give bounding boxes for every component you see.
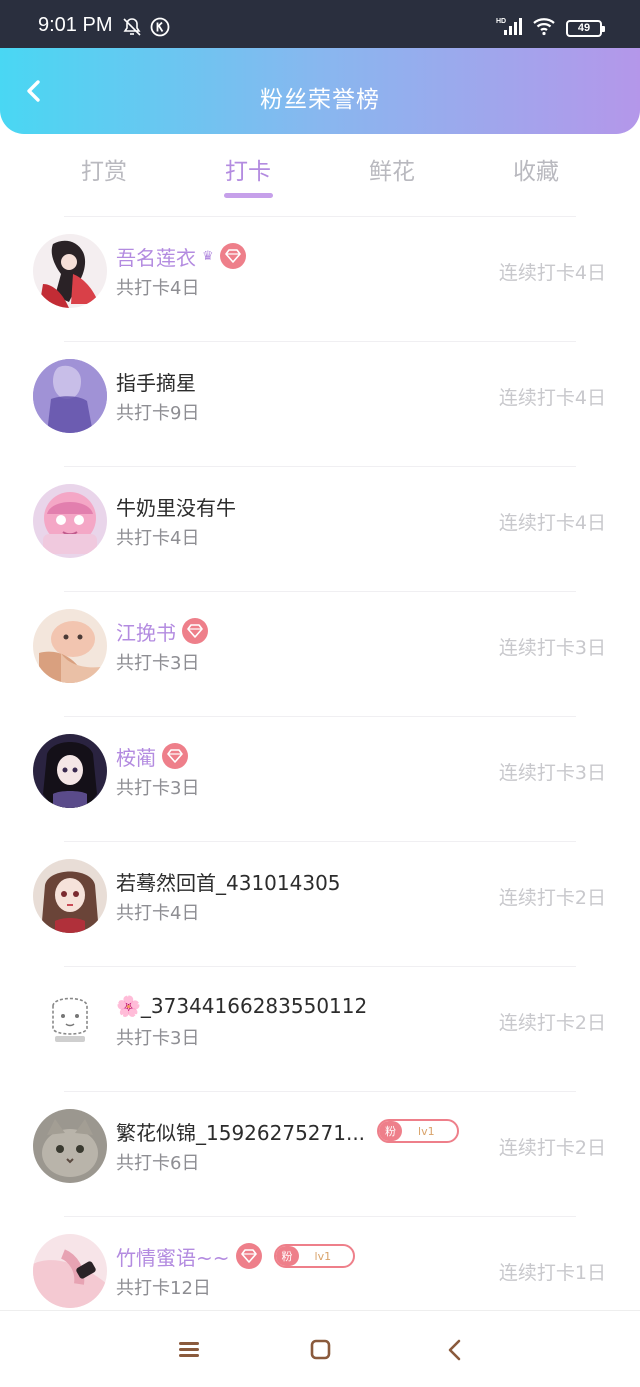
fan-name: 牛奶里没有牛 xyxy=(116,495,236,520)
total-checkins: 共打卡3日 xyxy=(116,778,200,799)
avatar[interactable] xyxy=(33,484,107,558)
streak-days: 连续打卡4日 xyxy=(498,387,606,409)
streak-days: 连续打卡2日 xyxy=(498,1012,606,1034)
avatar[interactable] xyxy=(33,359,107,433)
tab-indicator xyxy=(224,193,273,198)
fan-name: 桉蔺 xyxy=(116,745,156,770)
list-item[interactable]: 吾名莲衣 ♛ 共打卡4日 连续打卡4日 xyxy=(0,216,640,341)
tab-reward[interactable]: 打赏 xyxy=(64,152,144,186)
total-checkins: 共打卡4日 xyxy=(116,278,200,299)
list-item[interactable]: 桉蔺 共打卡3日 连续打卡3日 xyxy=(0,716,640,841)
total-checkins: 共打卡3日 xyxy=(116,653,200,674)
streak-days: 连续打卡2日 xyxy=(498,1137,606,1159)
diamond-badge-icon xyxy=(219,243,246,269)
fan-name: 指手摘星 xyxy=(116,370,196,395)
streak-days: 连续打卡3日 xyxy=(498,637,606,659)
fan-list: 吾名莲衣 ♛ 共打卡4日 连续打卡4日 指手摘星 共打卡9日 连续打卡4日 牛奶… xyxy=(0,216,640,1341)
avatar[interactable] xyxy=(33,1109,107,1183)
avatar[interactable] xyxy=(33,734,107,808)
battery-indicator: 49 xyxy=(566,19,605,37)
diamond-badge-icon xyxy=(235,1243,262,1269)
fan-name: 若蓦然回首_431014305 xyxy=(116,870,341,895)
total-checkins: 共打卡9日 xyxy=(116,403,200,424)
total-checkins: 共打卡6日 xyxy=(116,1153,200,1174)
header: 粉丝荣誉榜 xyxy=(0,48,640,134)
tab-bar: 打赏 打卡 鲜花 收藏 xyxy=(0,134,640,204)
wifi-icon xyxy=(532,16,556,40)
avatar[interactable] xyxy=(33,234,107,308)
status-bar: 9:01 PM HD 49 xyxy=(0,0,640,48)
avatar[interactable] xyxy=(33,859,107,933)
streak-days: 连续打卡3日 xyxy=(498,762,606,784)
system-nav-bar xyxy=(0,1310,640,1387)
fan-name: 竹情蜜语~~ xyxy=(116,1245,230,1270)
avatar[interactable] xyxy=(33,984,107,1058)
streak-days: 连续打卡2日 xyxy=(498,887,606,909)
list-item[interactable]: 江挽书 共打卡3日 连续打卡3日 xyxy=(0,591,640,716)
list-item[interactable]: 繁花似锦_15926275271... 粉 lv1 共打卡6日 连续打卡2日 xyxy=(0,1091,640,1216)
fan-name: 吾名莲衣 xyxy=(116,245,196,270)
list-item[interactable]: 牛奶里没有牛 共打卡4日 连续打卡4日 xyxy=(0,466,640,591)
back-nav-button[interactable] xyxy=(440,1337,470,1363)
fan-name: 江挽书 xyxy=(116,620,176,645)
signal-icon: HD xyxy=(496,16,522,40)
diamond-badge-icon xyxy=(162,743,188,769)
fan-badge-level: lv1 xyxy=(314,1249,332,1263)
diamond-badge-icon xyxy=(182,618,208,644)
total-checkins: 共打卡12日 xyxy=(116,1278,211,1299)
page-title: 粉丝荣誉榜 xyxy=(260,87,380,113)
total-checkins: 共打卡4日 xyxy=(116,528,200,549)
list-item[interactable]: 指手摘星 共打卡9日 连续打卡4日 xyxy=(0,341,640,466)
k-app-icon xyxy=(150,17,170,41)
list-item[interactable]: 🌸_37344166283550112 共打卡3日 连续打卡2日 xyxy=(0,966,640,1091)
streak-days: 连续打卡4日 xyxy=(498,262,606,284)
fan-level-badge: 粉 lv1 xyxy=(273,1244,356,1268)
fan-level-badge: 粉 lv1 xyxy=(377,1119,459,1143)
tab-favorites[interactable]: 收藏 xyxy=(496,152,576,186)
fan-badge-label: 粉 xyxy=(379,1121,403,1141)
fan-badge-level: lv1 xyxy=(418,1124,435,1138)
menu-icon xyxy=(179,1342,199,1357)
fan-badge-label: 粉 xyxy=(275,1246,299,1266)
home-square-icon xyxy=(310,1339,331,1360)
avatar[interactable] xyxy=(33,609,107,683)
fan-name: 🌸_37344166283550112 xyxy=(116,994,368,1018)
total-checkins: 共打卡4日 xyxy=(116,903,200,924)
bell-off-icon xyxy=(122,17,142,41)
tab-checkin[interactable]: 打卡 xyxy=(208,152,288,186)
tab-flowers[interactable]: 鲜花 xyxy=(352,152,432,186)
avatar[interactable] xyxy=(33,1234,107,1308)
streak-days: 连续打卡1日 xyxy=(498,1262,606,1284)
list-item[interactable]: 若蓦然回首_431014305 共打卡4日 连续打卡2日 xyxy=(0,841,640,966)
crown-icon: ♛ xyxy=(202,248,214,264)
network-label: HD xyxy=(496,18,506,25)
total-checkins: 共打卡3日 xyxy=(116,1028,200,1049)
streak-days: 连续打卡4日 xyxy=(498,512,606,534)
back-triangle-icon xyxy=(448,1339,461,1361)
menu-button[interactable] xyxy=(174,1337,204,1363)
status-time: 9:01 PM xyxy=(38,14,113,36)
fan-name: 繁花似锦_15926275271... xyxy=(116,1120,366,1145)
home-button[interactable] xyxy=(305,1337,335,1363)
